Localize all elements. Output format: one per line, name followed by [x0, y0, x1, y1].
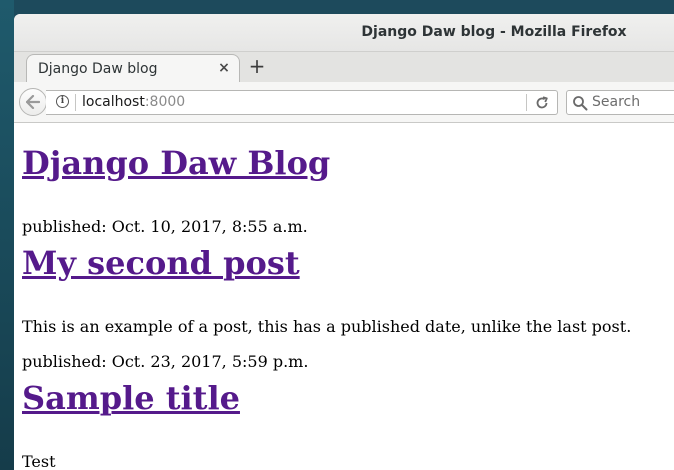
url-divider [75, 94, 76, 111]
url-bar[interactable]: i localhost:8000 [46, 90, 558, 115]
navigation-toolbar: i localhost:8000 Search [14, 82, 674, 123]
post-published-date: published: Oct. 23, 2017, 5:59 p.m. [22, 352, 309, 371]
search-icon [573, 96, 588, 111]
post-body: Test [22, 452, 56, 470]
blog-title-link[interactable]: Django Daw Blog [22, 144, 330, 182]
plus-icon[interactable]: + [247, 55, 267, 77]
url-text[interactable]: localhost:8000 [82, 94, 185, 110]
post-published-date: published: Oct. 10, 2017, 8:55 a.m. [22, 217, 308, 236]
post-body: This is an example of a post, this has a… [22, 317, 632, 336]
close-icon[interactable]: × [217, 59, 231, 77]
desktop-background [0, 0, 14, 470]
url-divider-right [526, 94, 527, 111]
tab-strip: Django Daw blog × + [14, 51, 674, 83]
window-title: Django Daw blog - Mozilla Firefox [361, 24, 627, 40]
back-arrow-icon [26, 95, 40, 109]
url-host: localhost [82, 94, 145, 110]
back-button[interactable] [19, 88, 47, 116]
post-title-link[interactable]: Sample title [22, 379, 240, 417]
post-title-link[interactable]: My second post [22, 244, 300, 282]
tab-active[interactable]: Django Daw blog × [26, 54, 240, 83]
page-content: Django Daw Blog published: Oct. 10, 2017… [14, 123, 674, 470]
window-titlebar[interactable]: Django Daw blog - Mozilla Firefox [14, 14, 674, 51]
search-bar[interactable]: Search [566, 90, 674, 115]
tab-label: Django Daw blog [38, 61, 158, 77]
info-icon[interactable]: i [56, 95, 69, 108]
browser-window: Django Daw blog - Mozilla Firefox Django… [14, 14, 674, 470]
post-title: My second post [22, 244, 300, 282]
search-placeholder: Search [592, 94, 641, 110]
reload-icon[interactable] [534, 95, 550, 111]
blog-title: Django Daw Blog [22, 144, 330, 182]
url-port: :8000 [144, 94, 186, 110]
post-title: Sample title [22, 379, 240, 417]
